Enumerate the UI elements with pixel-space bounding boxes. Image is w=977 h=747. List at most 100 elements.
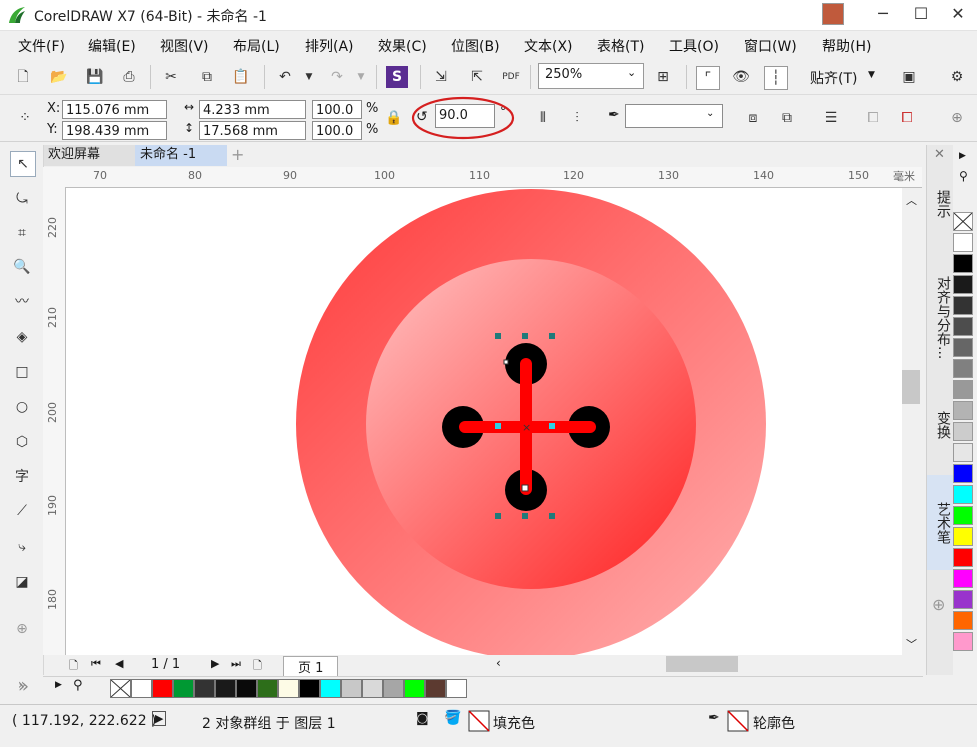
color-swatch[interactable] <box>236 679 257 698</box>
node-handle[interactable] <box>495 423 501 429</box>
menu-effects[interactable]: 效果(C) <box>378 36 427 56</box>
freehand-tool-icon[interactable]: 〰 <box>10 290 34 314</box>
no-color-swatch[interactable] <box>953 212 973 231</box>
palette-eyedropper-icon[interactable]: ⚲ <box>73 678 83 693</box>
menu-text[interactable]: 文本(X) <box>524 36 573 56</box>
print-icon[interactable]: ⎙ <box>118 66 140 88</box>
import-icon[interactable]: ⇲ <box>430 66 452 88</box>
color-swatch[interactable] <box>953 317 973 336</box>
menu-help[interactable]: 帮助(H) <box>822 36 871 56</box>
wrap-text-icon[interactable]: ☰ <box>820 107 842 129</box>
menu-window[interactable]: 窗口(W) <box>744 36 797 56</box>
bring-to-front-icon[interactable]: ⧈ <box>742 107 764 129</box>
snap-dropdown-arrow-icon[interactable]: ▼ <box>868 70 875 80</box>
menu-table[interactable]: 表格(T) <box>597 36 644 56</box>
menu-layout[interactable]: 布局(L) <box>233 36 280 56</box>
connector-tool-icon[interactable]: ⤷ <box>10 535 34 559</box>
redo-dropdown-icon[interactable]: ▼ <box>350 66 372 88</box>
color-swatch[interactable] <box>953 401 973 420</box>
color-swatch[interactable] <box>362 679 383 698</box>
snap-to-dropdown[interactable]: 贴齐(T) <box>810 68 857 88</box>
color-swatch[interactable] <box>953 548 973 567</box>
color-swatch[interactable] <box>446 679 467 698</box>
full-screen-preview-icon[interactable]: ⊞ <box>652 66 674 88</box>
export-icon[interactable]: ⇱ <box>466 66 488 88</box>
docker-tab-transform[interactable]: 变换 <box>927 395 953 455</box>
scroll-left-icon[interactable]: ‹ <box>496 656 501 670</box>
palette-scroll-icon[interactable]: ▶ <box>959 151 966 161</box>
pick-tool-icon[interactable]: ↖ <box>10 151 36 177</box>
previous-page-icon[interactable]: ◀ <box>115 657 123 670</box>
mirror-vertical-icon[interactable]: ⫶ <box>566 107 588 129</box>
outline-dropdown-arrow-icon[interactable]: ⌄ <box>706 108 714 119</box>
lock-ratio-icon[interactable]: 🔒 <box>383 107 405 129</box>
dimension-tool-icon[interactable]: ⟋ <box>10 499 34 523</box>
no-color-swatch[interactable] <box>110 679 131 698</box>
add-property-icon[interactable]: ⊕ <box>946 107 968 129</box>
user-avatar[interactable] <box>822 3 844 25</box>
color-swatch[interactable] <box>215 679 236 698</box>
node-handle[interactable] <box>503 359 509 365</box>
tab-document[interactable]: 未命名 -1 <box>135 145 227 166</box>
height-field[interactable]: 17.568 mm <box>199 121 306 140</box>
color-swatch[interactable] <box>953 296 973 315</box>
eyedropper-icon[interactable]: ⚲ <box>959 169 968 183</box>
color-swatch[interactable] <box>953 380 973 399</box>
color-swatch[interactable] <box>953 359 973 378</box>
add-tab-button[interactable]: + <box>226 145 249 166</box>
crop-tool-icon[interactable]: ⌗ <box>10 221 34 245</box>
color-swatch[interactable] <box>953 569 973 588</box>
node-handle[interactable] <box>549 423 555 429</box>
palette-menu-icon[interactable]: ▶ <box>55 680 62 690</box>
show-grid-icon[interactable]: 👁 <box>730 66 752 88</box>
menu-file[interactable]: 文件(F) <box>18 36 65 56</box>
copy-icon[interactable]: ⧉ <box>196 66 218 88</box>
undo-dropdown-icon[interactable]: ▼ <box>298 66 320 88</box>
color-swatch[interactable] <box>953 632 973 651</box>
menu-edit[interactable]: 编辑(E) <box>88 36 136 56</box>
color-proof-icon[interactable]: ◙ <box>416 711 429 726</box>
color-swatch[interactable] <box>953 464 973 483</box>
menu-arrange[interactable]: 排列(A) <box>305 36 354 56</box>
ruler-origin[interactable] <box>43 167 66 188</box>
docker-tab-align[interactable]: 对齐与分布... <box>927 253 953 383</box>
color-swatch[interactable] <box>953 338 973 357</box>
color-swatch[interactable] <box>953 611 973 630</box>
color-swatch[interactable] <box>194 679 215 698</box>
color-swatch[interactable] <box>953 254 973 273</box>
color-swatch[interactable] <box>953 275 973 294</box>
menu-view[interactable]: 视图(V) <box>160 36 209 56</box>
redo-icon[interactable]: ↷ <box>326 66 348 88</box>
add-tool-icon[interactable]: ⊕ <box>10 617 34 641</box>
color-swatch[interactable] <box>299 679 320 698</box>
color-swatch[interactable] <box>953 422 973 441</box>
options-icon[interactable]: ▣ <box>898 66 920 88</box>
scale-width-field[interactable]: 100.0 <box>312 100 362 119</box>
vertical-scrollbar[interactable]: ︿ ﹀ <box>902 188 922 655</box>
ungroup-icon[interactable]: ⧠ <box>896 107 918 129</box>
width-field[interactable]: 4.233 mm <box>199 100 306 119</box>
color-swatch[interactable] <box>953 443 973 462</box>
open-icon[interactable]: 📂 <box>48 66 70 88</box>
new-document-icon[interactable]: 🗋 <box>12 66 34 88</box>
color-swatch[interactable] <box>173 679 194 698</box>
add-page-before-icon[interactable]: 🗋 <box>69 657 78 676</box>
undo-icon[interactable]: ↶ <box>274 66 296 88</box>
color-swatch[interactable] <box>152 679 173 698</box>
show-rulers-icon[interactable]: ⌜ <box>696 66 720 90</box>
status-expand-icon[interactable]: ▶ <box>152 711 167 726</box>
color-swatch[interactable] <box>953 506 973 525</box>
expand-palette-icon[interactable]: » <box>18 676 29 697</box>
color-swatch[interactable] <box>953 590 973 609</box>
smart-fill-tool-icon[interactable]: ◈ <box>10 325 34 349</box>
vertical-scroll-thumb[interactable] <box>902 370 920 404</box>
color-swatch[interactable] <box>953 233 973 252</box>
close-docker-icon[interactable]: ✕ <box>934 147 945 162</box>
color-swatch[interactable] <box>425 679 446 698</box>
color-swatch[interactable] <box>257 679 278 698</box>
zoom-tool-icon[interactable]: 🔍 <box>10 255 34 279</box>
drop-shadow-tool-icon[interactable]: ◪ <box>10 570 34 594</box>
show-guidelines-icon[interactable]: ┆ <box>764 66 788 90</box>
x-position-field[interactable]: 115.076 mm <box>62 100 167 119</box>
docker-tab-artistic-media[interactable]: 艺术笔 <box>927 475 953 570</box>
